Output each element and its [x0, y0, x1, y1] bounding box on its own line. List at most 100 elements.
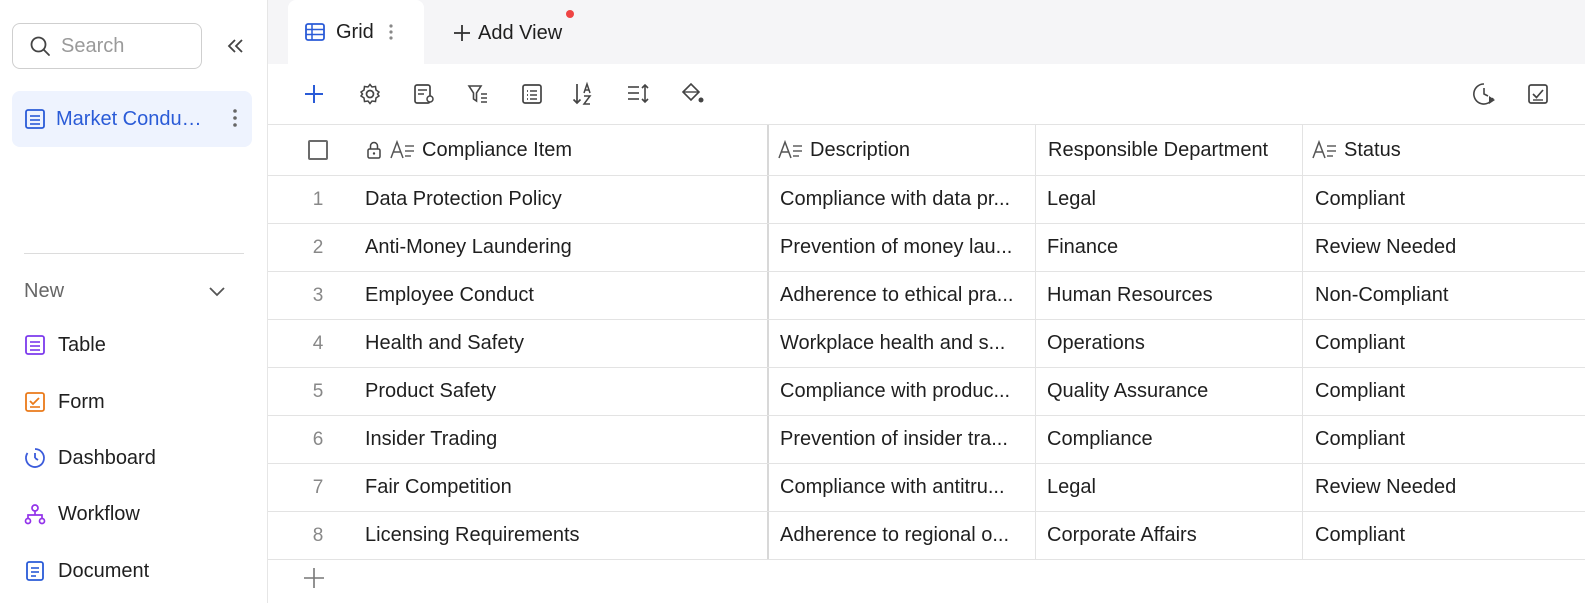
- filter-button[interactable]: [464, 80, 492, 108]
- frozen-column-divider[interactable]: [767, 125, 769, 175]
- cell-status[interactable]: Review Needed: [1315, 224, 1575, 271]
- column-header-compliance-item[interactable]: Compliance Item: [364, 125, 764, 175]
- chevrons-left-icon: [227, 39, 243, 53]
- sidebar-item-workflow[interactable]: Workflow: [24, 498, 140, 530]
- dashboard-icon: [25, 448, 45, 468]
- cell-responsible-department[interactable]: Legal: [1047, 464, 1297, 511]
- cell-description[interactable]: Prevention of money lau...: [780, 224, 1030, 271]
- notification-dot: [566, 10, 574, 18]
- form-icon: [25, 392, 45, 412]
- sidebar-item-form[interactable]: Form: [24, 386, 105, 418]
- cell-compliance-item[interactable]: Insider Trading: [365, 416, 760, 463]
- group-button[interactable]: [518, 80, 546, 108]
- column-header-status[interactable]: Status: [1312, 125, 1572, 175]
- cell-description[interactable]: Workplace health and s...: [780, 320, 1030, 367]
- cell-compliance-item[interactable]: Product Safety: [365, 368, 760, 415]
- history-button[interactable]: [1470, 80, 1498, 108]
- frozen-column-divider: [767, 416, 769, 463]
- search-icon: [30, 36, 50, 56]
- cell-responsible-department[interactable]: Finance: [1047, 224, 1297, 271]
- tab-label: Grid: [336, 20, 374, 43]
- frozen-column-divider: [767, 176, 769, 223]
- cell-description[interactable]: Adherence to regional o...: [780, 512, 1030, 559]
- sidebar-item-label: Table: [58, 333, 106, 356]
- sidebar-item-market-conduct[interactable]: Market Conduct Compliance: [12, 91, 252, 147]
- column-header-label: Description: [810, 138, 911, 161]
- search-input[interactable]: Search: [12, 23, 202, 69]
- row-number: 3: [312, 284, 324, 306]
- cell-description[interactable]: Compliance with antitru...: [780, 464, 1030, 511]
- sidebar-item-document[interactable]: Document: [24, 555, 149, 587]
- new-section-toggle[interactable]: New: [24, 276, 228, 306]
- frozen-column-divider: [767, 272, 769, 319]
- cell-status[interactable]: Compliant: [1315, 512, 1575, 559]
- cell-compliance-item[interactable]: Licensing Requirements: [365, 512, 760, 559]
- plus-icon: [305, 85, 323, 103]
- row-height-button[interactable]: [624, 80, 652, 108]
- gear-icon: [359, 83, 381, 105]
- cell-compliance-item[interactable]: Health and Safety: [365, 320, 760, 367]
- column-divider: [1035, 320, 1036, 367]
- sort-az-icon: [572, 81, 592, 105]
- cell-status[interactable]: Non-Compliant: [1315, 272, 1575, 319]
- sidebar-item-dashboard[interactable]: Dashboard: [24, 442, 156, 474]
- cell-status[interactable]: Compliant: [1315, 368, 1575, 415]
- cell-compliance-item[interactable]: Data Protection Policy: [365, 176, 760, 223]
- more-vertical-icon[interactable]: [388, 22, 394, 42]
- table-row[interactable]: 7 Fair Competition Compliance with antit…: [268, 464, 1585, 512]
- table-row[interactable]: 6 Insider Trading Prevention of insider …: [268, 416, 1585, 464]
- sidebar-item-table[interactable]: Table: [24, 329, 106, 361]
- table-row[interactable]: 2 Anti-Money Laundering Prevention of mo…: [268, 224, 1585, 272]
- add-view-button[interactable]: Add View: [452, 18, 562, 48]
- cell-responsible-department[interactable]: Human Resources: [1047, 272, 1297, 319]
- task-check-button[interactable]: [1524, 80, 1552, 108]
- column-header-description[interactable]: Description: [778, 125, 1028, 175]
- cell-status[interactable]: Review Needed: [1315, 464, 1575, 511]
- column-header-label: Compliance Item: [422, 138, 573, 161]
- table-row[interactable]: 4 Health and Safety Workplace health and…: [268, 320, 1585, 368]
- new-label: New: [24, 279, 65, 302]
- column-header-label: Responsible Department: [1048, 138, 1269, 161]
- cell-responsible-department[interactable]: Operations: [1047, 320, 1297, 367]
- add-record-button[interactable]: [300, 80, 328, 108]
- cell-status[interactable]: Compliant: [1315, 176, 1575, 223]
- column-header-responsible-department[interactable]: Responsible Department: [1042, 125, 1297, 175]
- cell-description[interactable]: Compliance with data pr...: [780, 176, 1030, 223]
- frozen-column-divider: [767, 320, 769, 367]
- field-settings-button[interactable]: [410, 80, 438, 108]
- cell-status[interactable]: Compliant: [1315, 416, 1575, 463]
- table-row[interactable]: 8 Licensing Requirements Adherence to re…: [268, 512, 1585, 560]
- sidebar-item-label: Dashboard: [58, 446, 156, 469]
- column-divider: [1302, 416, 1303, 463]
- column-divider: [1302, 320, 1303, 367]
- table-row[interactable]: 5 Product Safety Compliance with produc.…: [268, 368, 1585, 416]
- tab-grid[interactable]: Grid: [288, 0, 424, 64]
- add-row-button[interactable]: [302, 566, 326, 590]
- more-vertical-icon[interactable]: [232, 107, 238, 129]
- cell-compliance-item[interactable]: Employee Conduct: [365, 272, 760, 319]
- table-row[interactable]: 3 Employee Conduct Adherence to ethical …: [268, 272, 1585, 320]
- cell-description[interactable]: Compliance with produc...: [780, 368, 1030, 415]
- cell-description[interactable]: Prevention of insider tra...: [780, 416, 1030, 463]
- sidebar: Search Market Conduct Compliance New: [0, 0, 268, 603]
- settings-button[interactable]: [356, 80, 384, 108]
- cell-compliance-item[interactable]: Fair Competition: [365, 464, 760, 511]
- cell-compliance-item[interactable]: Anti-Money Laundering: [365, 224, 760, 271]
- select-all-checkbox[interactable]: [308, 125, 338, 175]
- cell-description[interactable]: Adherence to ethical pra...: [780, 272, 1030, 319]
- cell-responsible-department[interactable]: Quality Assurance: [1047, 368, 1297, 415]
- plus-icon: [304, 568, 324, 588]
- table-row[interactable]: 1 Data Protection Policy Compliance with…: [268, 176, 1585, 224]
- column-divider: [1302, 368, 1303, 415]
- color-fill-button[interactable]: [678, 80, 706, 108]
- cell-status[interactable]: Compliant: [1315, 320, 1575, 367]
- sidebar-item-label: Workflow: [58, 502, 140, 525]
- search-placeholder: Search: [61, 34, 125, 57]
- column-divider: [1035, 464, 1036, 511]
- collapse-sidebar-button[interactable]: [222, 33, 248, 59]
- cell-responsible-department[interactable]: Corporate Affairs: [1047, 512, 1297, 559]
- sort-button[interactable]: [570, 80, 598, 108]
- cell-responsible-department[interactable]: Legal: [1047, 176, 1297, 223]
- row-number: 6: [312, 428, 324, 450]
- cell-responsible-department[interactable]: Compliance: [1047, 416, 1297, 463]
